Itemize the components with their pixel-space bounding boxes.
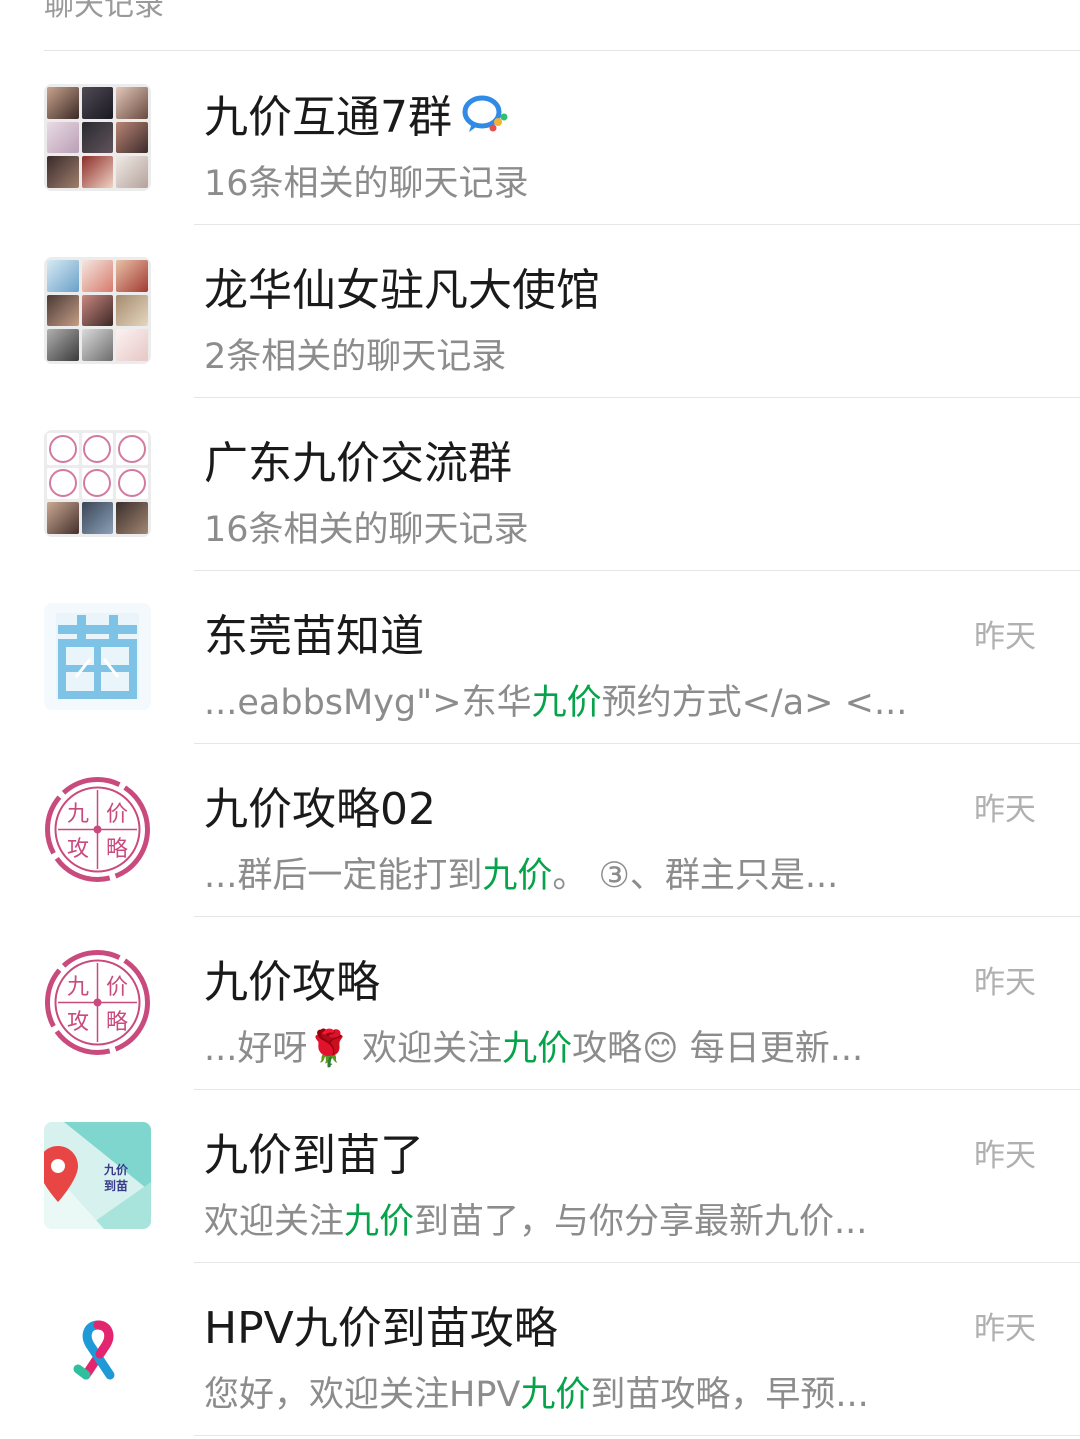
group-avatar <box>44 84 151 191</box>
chat-title: 九价攻略02 <box>204 784 436 835</box>
chat-snippet: ...eabbsMyg">东华九价预约方式</a> <... <box>204 681 907 725</box>
snippet-text: 预约方式</a> <... <box>601 683 908 723</box>
section-header: 聊天记录 <box>44 0 164 23</box>
chat-subtitle: 16条相关的聊天记录 <box>204 510 529 550</box>
svg-text:略: 略 <box>106 837 128 862</box>
chat-snippet: ...群后一定能打到九价。 ③、群主只是... <box>204 854 838 898</box>
list-item[interactable]: 广东九价交流群 16条相关的聊天记录 <box>0 398 1080 571</box>
chat-title: 东莞苗知道 <box>204 611 424 662</box>
svg-text:九: 九 <box>67 802 89 827</box>
svg-text:略: 略 <box>106 1010 128 1035</box>
chat-title: 九价互通7群 <box>204 92 508 148</box>
svg-text:攻: 攻 <box>67 837 89 862</box>
chat-title-text: 九价互通7群 <box>204 92 452 143</box>
chat-snippet: 欢迎关注九价到苗了，与你分享最新九价... <box>204 1200 867 1244</box>
list-item[interactable]: 九 价 攻 略 九价攻略02 昨天 ...群后一定能打到九价。 ③、群主只是..… <box>0 744 1080 917</box>
snippet-text: 。 ③、群主只是... <box>552 856 839 896</box>
list-item[interactable]: 九价 到苗 九价到苗了 昨天 欢迎关注九价到苗了，与你分享最新九价... <box>0 1090 1080 1263</box>
snippet-text: 欢迎关注 <box>204 1202 345 1242</box>
chat-time: 昨天 <box>974 965 1036 1001</box>
chat-snippet: ...好呀🌹 欢迎关注九价攻略😊 每日更新... <box>204 1027 863 1071</box>
stamp-logo-avatar: 九 价 攻 略 <box>44 949 151 1056</box>
list-item[interactable]: 东莞苗知道 昨天 ...eabbsMyg">东华九价预约方式</a> <... <box>0 571 1080 744</box>
chat-title: 九价攻略 <box>204 957 380 1008</box>
section-divider <box>44 50 1080 51</box>
list-item[interactable]: 九价互通7群 16条相关的聊天记录 <box>0 52 1080 225</box>
ribbon-logo-avatar <box>44 1295 151 1402</box>
snippet-highlight: 九价 <box>482 856 553 896</box>
snippet-text: ...eabbsMyg">东华 <box>204 683 532 723</box>
row-divider <box>194 1435 1080 1436</box>
svg-text:价: 价 <box>106 802 128 827</box>
snippet-text: 到苗攻略，早预... <box>590 1375 869 1415</box>
map-pin-logo-avatar: 九价 到苗 <box>44 1122 151 1229</box>
wecom-group-icon <box>460 92 508 148</box>
chat-time: 昨天 <box>974 1311 1036 1347</box>
svg-text:九价: 九价 <box>103 1162 129 1177</box>
svg-text:价: 价 <box>106 975 128 1000</box>
list-item[interactable]: 九 价 攻 略 九价攻略 昨天 ...好呀🌹 欢迎关注九价攻略😊 每日更新... <box>0 917 1080 1090</box>
chat-subtitle: 2条相关的聊天记录 <box>204 337 507 377</box>
stamp-logo-avatar: 九 价 攻 略 <box>44 776 151 883</box>
snippet-text: ...群后一定能打到 <box>204 856 483 896</box>
snippet-highlight: 九价 <box>520 1375 591 1415</box>
chat-title: 广东九价交流群 <box>204 438 512 489</box>
snippet-highlight: 九价 <box>502 1029 573 1069</box>
list-item[interactable]: HPV九价到苗攻略 昨天 您好，欢迎关注HPV九价到苗攻略，早预... <box>0 1263 1080 1436</box>
snippet-text: 到苗了，与你分享最新九价... <box>414 1202 868 1242</box>
miao-logo-avatar <box>44 603 151 710</box>
chat-title: 九价到苗了 <box>204 1130 424 1181</box>
list-item[interactable]: 龙华仙女驻凡大使馆 2条相关的聊天记录 <box>0 225 1080 398</box>
chat-time: 昨天 <box>974 619 1036 655</box>
snippet-highlight: 九价 <box>531 683 602 723</box>
svg-text:到苗: 到苗 <box>104 1178 128 1193</box>
chat-title: HPV九价到苗攻略 <box>204 1303 558 1354</box>
snippet-text: 您好，欢迎关注HPV <box>204 1375 521 1415</box>
snippet-text: ...好呀🌹 欢迎关注 <box>204 1029 503 1069</box>
svg-text:攻: 攻 <box>67 1010 89 1035</box>
chat-snippet: 您好，欢迎关注HPV九价到苗攻略，早预... <box>204 1373 869 1417</box>
chat-time: 昨天 <box>974 792 1036 828</box>
group-avatar <box>44 257 151 364</box>
chat-subtitle: 16条相关的聊天记录 <box>204 164 529 204</box>
chat-time: 昨天 <box>974 1138 1036 1174</box>
snippet-highlight: 九价 <box>344 1202 415 1242</box>
snippet-text: 攻略😊 每日更新... <box>572 1029 864 1069</box>
svg-text:九: 九 <box>67 975 89 1000</box>
group-avatar <box>44 430 151 537</box>
search-results-list: 九价互通7群 16条相关的聊天记录 龙华仙女驻凡大使馆 2条相关的聊天记录 广东… <box>0 52 1080 1436</box>
chat-title: 龙华仙女驻凡大使馆 <box>204 265 600 316</box>
